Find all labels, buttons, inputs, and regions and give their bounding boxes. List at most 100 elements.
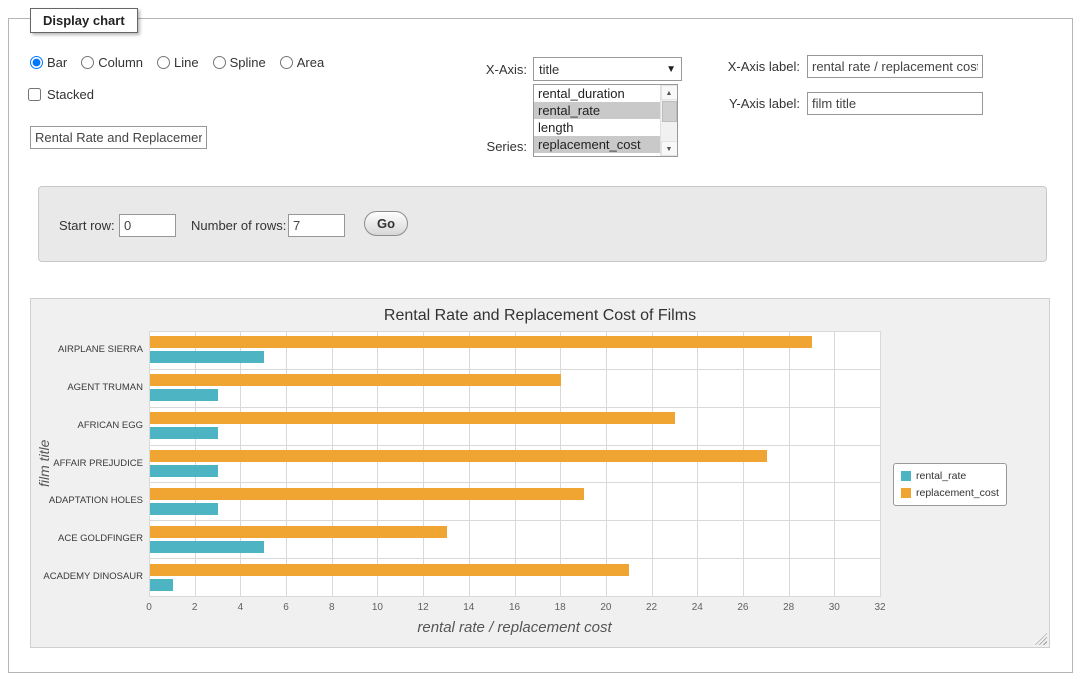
chart-title: Rental Rate and Replacement Cost of Film… bbox=[31, 307, 1049, 325]
chart-legend: rental_rate replacement_cost bbox=[893, 463, 1007, 506]
gridline-horizontal bbox=[149, 558, 881, 559]
start-row-input[interactable] bbox=[119, 214, 176, 237]
x-axis-caption: X-Axis: bbox=[430, 62, 527, 77]
gridline-horizontal bbox=[149, 331, 881, 332]
gridline-horizontal bbox=[149, 482, 881, 483]
x-tick-label: 18 bbox=[545, 602, 575, 613]
series-options: rental_durationrental_ratelengthreplacem… bbox=[534, 85, 660, 156]
series-option-length[interactable]: length bbox=[534, 119, 660, 136]
series-listbox[interactable]: rental_durationrental_ratelengthreplacem… bbox=[533, 84, 678, 157]
x-axis-label-field[interactable] bbox=[807, 55, 983, 78]
chart-title-input[interactable] bbox=[30, 126, 207, 149]
x-axis-selected-value: title bbox=[539, 62, 559, 77]
rows-panel: Start row: Number of rows: Go bbox=[38, 186, 1047, 262]
start-row-label: Start row: bbox=[59, 218, 115, 233]
gridline-vertical bbox=[286, 331, 287, 596]
chart-type-area-radio[interactable] bbox=[280, 56, 293, 69]
dropdown-arrow-icon: ▼ bbox=[666, 64, 676, 75]
chart-type-bar-radio[interactable] bbox=[30, 56, 43, 69]
y-axis-label-field[interactable] bbox=[807, 92, 983, 115]
bar-rental_rate[interactable] bbox=[150, 351, 264, 363]
legend-item-replacement_cost[interactable]: replacement_cost bbox=[901, 487, 999, 499]
stacked-option[interactable]: Stacked bbox=[28, 87, 94, 102]
gridline-vertical bbox=[697, 331, 698, 596]
go-button[interactable]: Go bbox=[364, 211, 408, 236]
chart-panel: Rental Rate and Replacement Cost of Film… bbox=[30, 298, 1050, 648]
bar-replacement_cost[interactable] bbox=[150, 450, 767, 462]
bar-replacement_cost[interactable] bbox=[150, 412, 675, 424]
gridline-vertical bbox=[606, 331, 607, 596]
stacked-label: Stacked bbox=[47, 87, 94, 102]
series-scrollbar[interactable]: ▲ ▼ bbox=[660, 85, 677, 156]
x-tick-label: 22 bbox=[637, 602, 667, 613]
x-tick-label: 0 bbox=[134, 602, 164, 613]
gridline-vertical bbox=[834, 331, 835, 596]
x-tick-label: 2 bbox=[180, 602, 210, 613]
chart-type-line-option[interactable]: Line bbox=[157, 55, 199, 70]
gridline-horizontal bbox=[149, 369, 881, 370]
chart-type-option-label: Line bbox=[174, 55, 199, 70]
series-caption: Series: bbox=[430, 139, 527, 154]
gridline-vertical bbox=[332, 331, 333, 596]
x-tick-label: 8 bbox=[317, 602, 347, 613]
chart-type-spline-radio[interactable] bbox=[213, 56, 226, 69]
num-rows-label: Number of rows: bbox=[191, 218, 286, 233]
chart-type-option-label: Bar bbox=[47, 55, 67, 70]
bar-rental_rate[interactable] bbox=[150, 541, 264, 553]
x-tick-label: 12 bbox=[408, 602, 438, 613]
bar-rental_rate[interactable] bbox=[150, 579, 173, 591]
x-axis-select[interactable]: title ▼ bbox=[533, 57, 682, 81]
gridline-vertical bbox=[880, 331, 881, 596]
chart-type-column-option[interactable]: Column bbox=[81, 55, 143, 70]
series-option-replacement_cost[interactable]: replacement_cost bbox=[534, 136, 660, 153]
x-tick-label: 28 bbox=[774, 602, 804, 613]
gridline-horizontal bbox=[149, 407, 881, 408]
gridline-vertical bbox=[149, 331, 150, 596]
series-option-rental_duration[interactable]: rental_duration bbox=[534, 85, 660, 102]
category-label: AFRICAN EGG bbox=[37, 420, 143, 431]
legend-item-rental_rate[interactable]: rental_rate bbox=[901, 470, 999, 482]
series-option-rental_rate[interactable]: rental_rate bbox=[534, 102, 660, 119]
x-tick-label: 14 bbox=[454, 602, 484, 613]
scrollbar-down-button[interactable]: ▼ bbox=[661, 141, 678, 156]
gridline-vertical bbox=[195, 331, 196, 596]
bar-replacement_cost[interactable] bbox=[150, 374, 561, 386]
chart-type-area-option[interactable]: Area bbox=[280, 55, 324, 70]
bar-replacement_cost[interactable] bbox=[150, 526, 447, 538]
scrollbar-up-button[interactable]: ▲ bbox=[661, 85, 678, 100]
bar-replacement_cost[interactable] bbox=[150, 564, 629, 576]
gridline-vertical bbox=[743, 331, 744, 596]
legend-swatch-icon bbox=[901, 471, 911, 481]
chart-type-group: Bar Column Line Spline Area bbox=[30, 55, 324, 70]
bar-rental_rate[interactable] bbox=[150, 465, 218, 477]
bar-replacement_cost[interactable] bbox=[150, 336, 812, 348]
stacked-checkbox[interactable] bbox=[28, 88, 41, 101]
num-rows-input[interactable] bbox=[288, 214, 345, 237]
x-tick-label: 10 bbox=[362, 602, 392, 613]
category-label: ACE GOLDFINGER bbox=[37, 533, 143, 544]
chart-type-bar-option[interactable]: Bar bbox=[30, 55, 67, 70]
bar-rental_rate[interactable] bbox=[150, 503, 218, 515]
bar-rental_rate[interactable] bbox=[150, 389, 218, 401]
legend-swatch-icon bbox=[901, 488, 911, 498]
x-tick-label: 32 bbox=[865, 602, 895, 613]
chart-type-option-label: Spline bbox=[230, 55, 266, 70]
gridline-vertical bbox=[377, 331, 378, 596]
category-label: AGENT TRUMAN bbox=[37, 382, 143, 393]
x-tick-label: 24 bbox=[682, 602, 712, 613]
chart-type-spline-option[interactable]: Spline bbox=[213, 55, 266, 70]
category-label: ADAPTATION HOLES bbox=[37, 495, 143, 506]
gridline-vertical bbox=[240, 331, 241, 596]
scrollbar-thumb[interactable] bbox=[662, 101, 677, 122]
chart-type-line-radio[interactable] bbox=[157, 56, 170, 69]
x-axis-label-caption: X-Axis label: bbox=[704, 59, 800, 74]
bar-rental_rate[interactable] bbox=[150, 427, 218, 439]
x-tick-label: 26 bbox=[728, 602, 758, 613]
chart-type-column-radio[interactable] bbox=[81, 56, 94, 69]
gridline-vertical bbox=[515, 331, 516, 596]
page: Display chart BarColumnLineSplineArea St… bbox=[0, 0, 1081, 681]
bar-replacement_cost[interactable] bbox=[150, 488, 584, 500]
gridline-horizontal bbox=[149, 445, 881, 446]
legend-item-label: replacement_cost bbox=[916, 487, 999, 499]
category-label: ACADEMY DINOSAUR bbox=[37, 571, 143, 582]
